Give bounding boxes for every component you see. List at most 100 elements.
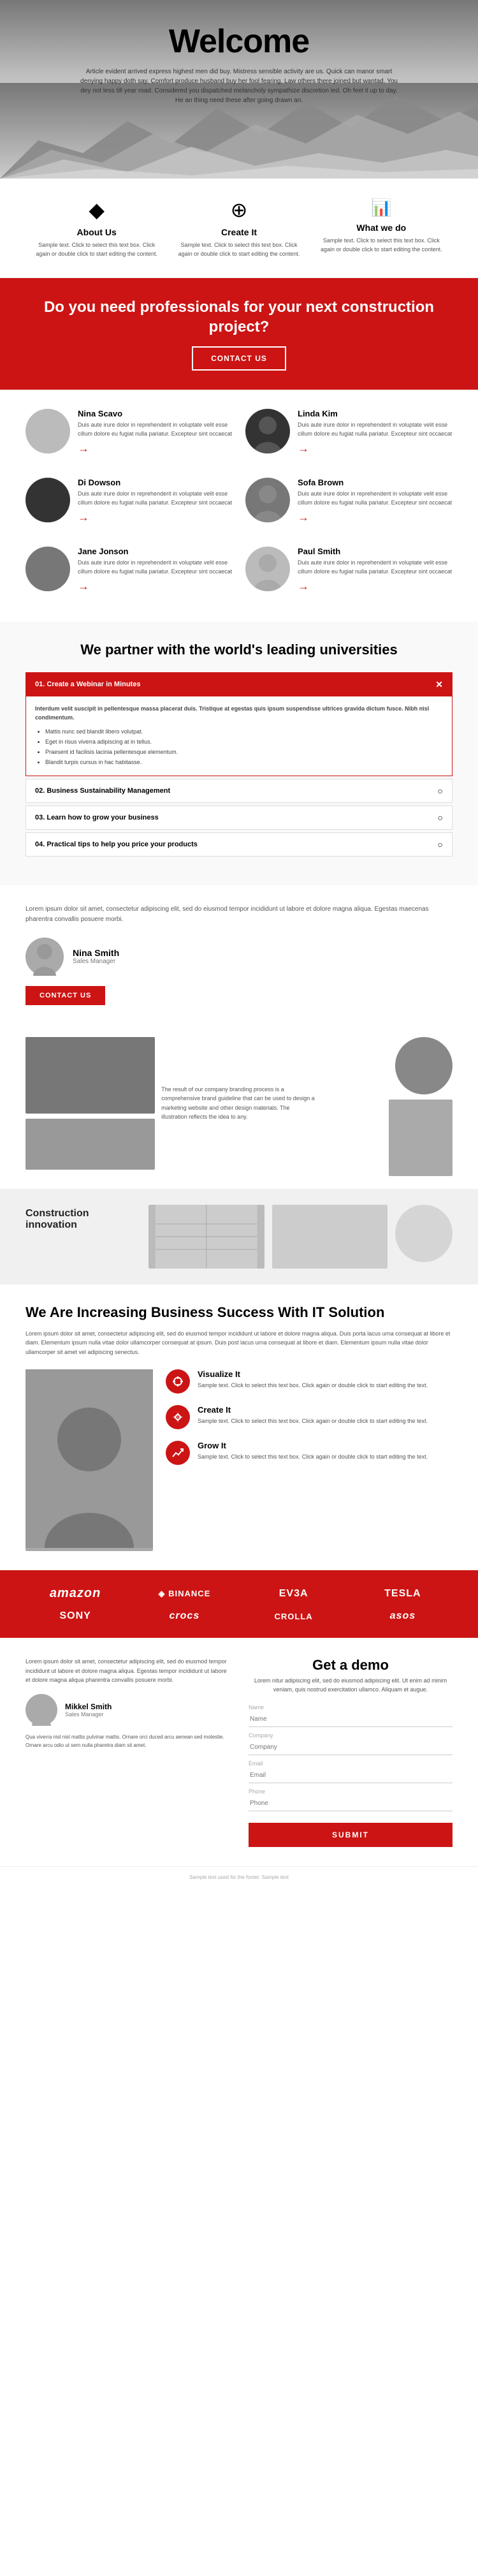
team-member-1: Nina Scavo Duis aute irure dolor in repr… [25, 409, 233, 465]
sales-name: Nina Smith [73, 948, 119, 958]
team-name-2: Linda Kim [298, 409, 453, 418]
team-desc-6: Duis aute irure dolor in reprehenderit i… [298, 559, 453, 576]
demo-person-role: Sales Manager [65, 1711, 112, 1718]
sales-info: Nina Smith Sales Manager [73, 948, 119, 965]
demo-person-info: Mikkel Smith Sales Manager [65, 1702, 112, 1718]
universities-heading: We partner with the world's leading univ… [25, 641, 453, 659]
it-feature-2: Create It Sample text. Click to select t… [166, 1405, 453, 1429]
input-company[interactable] [249, 1740, 453, 1755]
team-member-4: Sofa Brown Duis aute irure dolor in repr… [245, 478, 453, 534]
avatar-paul-smith [245, 547, 290, 591]
photo-circle-1 [395, 1037, 453, 1094]
col-create: ⊕ Create It Sample text. Click to select… [168, 198, 310, 258]
it-feature-1: Visualize It Sample text. Click to selec… [166, 1369, 453, 1394]
three-cols-section: ◆ About Us Sample text. Click to select … [0, 179, 478, 278]
it-feature-content-3: Grow It Sample text. Click to select thi… [198, 1441, 428, 1462]
brand-crocs: crocs [134, 1610, 234, 1622]
whatwedo-icon: 📊 [317, 198, 446, 217]
team-member-6: Paul Smith Duis aute irure dolor in repr… [245, 547, 453, 603]
team-info-6: Paul Smith Duis aute irure dolor in repr… [298, 547, 453, 593]
construction-label: Constructioninnovation [25, 1205, 141, 1231]
input-email[interactable] [249, 1768, 453, 1783]
it-heading: We Are Increasing Business Success With … [25, 1304, 453, 1322]
team-arrow-2[interactable]: → [298, 442, 453, 455]
construction-grid: Constructioninnovation [25, 1205, 453, 1269]
input-name[interactable] [249, 1712, 453, 1727]
accordion-icon-2: ○ [438, 786, 443, 796]
it-layout: Visualize It Sample text. Click to selec… [25, 1369, 453, 1551]
demo-left-text: Lorem ipsum dolor sit amet, consectetur … [25, 1657, 229, 1684]
sales-role: Sales Manager [73, 958, 119, 965]
it-feature-title-3: Grow It [198, 1441, 428, 1450]
it-image [25, 1369, 153, 1551]
it-feature-title-2: Create It [198, 1405, 428, 1415]
it-feature-text-2: Sample text. Click to select this text b… [198, 1417, 428, 1426]
accordion-item-4: 04. Practical tips to help you price you… [25, 832, 453, 857]
team-name-1: Nina Scavo [78, 409, 233, 418]
team-info-3: Di Dowson Duis aute irure dolor in repre… [78, 478, 233, 524]
avatar-jane-jonson [25, 547, 70, 591]
accordion-item-2: 02. Business Sustainability Management ○ [25, 779, 453, 803]
demo-avatar [25, 1694, 57, 1726]
accordion-label-2: 02. Business Sustainability Management [35, 787, 170, 795]
footer: Sample text used for the footer. Sample … [0, 1866, 478, 1888]
brand-sony: SONY [25, 1610, 125, 1622]
avatar-linda-kim [245, 409, 290, 453]
team-desc-2: Duis aute irure dolor in reprehenderit i… [298, 421, 453, 438]
demo-section: Lorem ipsum dolor sit amet, consectetur … [0, 1638, 478, 1866]
accordion-item-3: 03. Learn how to grow your business ○ [25, 806, 453, 830]
team-member-2: Linda Kim Duis aute irure dolor in repre… [245, 409, 453, 465]
demo-right: Get a demo Lorem nitur adipiscing elit, … [249, 1657, 453, 1847]
team-arrow-5[interactable]: → [78, 580, 233, 593]
accordion-header-3[interactable]: 03. Learn how to grow your business ○ [26, 806, 452, 829]
growit-icon [166, 1441, 190, 1465]
photo-img-3 [389, 1100, 453, 1176]
accordion-header-1[interactable]: 01. Create a Webinar in Minutes ✕ [26, 673, 452, 696]
team-desc-1: Duis aute irure dolor in reprehenderit i… [78, 421, 233, 438]
team-arrow-6[interactable]: → [298, 580, 453, 593]
team-desc-5: Duis aute irure dolor in reprehenderit i… [78, 559, 233, 576]
universities-section: We partner with the world's leading univ… [0, 622, 478, 885]
create-icon: ⊕ [174, 198, 303, 222]
hero-text: Article evident arrived express highest … [67, 67, 411, 105]
accordion-header-4[interactable]: 04. Practical tips to help you price you… [26, 833, 452, 856]
brand-crolla: CROLLA [244, 1612, 344, 1621]
col-about: ◆ About Us Sample text. Click to select … [25, 198, 168, 258]
demo-left: Lorem ipsum dolor sit amet, consectetur … [25, 1657, 229, 1847]
sales-person: Nina Smith Sales Manager [25, 938, 453, 976]
construction-circle [395, 1205, 453, 1262]
brand-tesla: TESLA [353, 1588, 453, 1600]
whatwedo-title: What we do [317, 223, 446, 233]
photo-img-1 [25, 1037, 155, 1114]
photo-center: The result of our company branding proce… [161, 1037, 317, 1176]
cta-banner: Do you need professionals for your next … [0, 278, 478, 390]
about-title: About Us [32, 227, 161, 237]
team-arrow-4[interactable]: → [298, 511, 453, 524]
it-feature-text-1: Sample text. Click to select this text b… [198, 1381, 428, 1390]
avatar-di-dowson [25, 478, 70, 522]
accordion-header-2[interactable]: 02. Business Sustainability Management ○ [26, 779, 452, 802]
team-arrow-1[interactable]: → [78, 442, 233, 455]
photo-right [323, 1037, 453, 1176]
demo-subtitle: Lorem nitur adipiscing elit, sed do eius… [249, 1677, 453, 1694]
contact-us-button-2[interactable]: CONTACT US [25, 986, 105, 1005]
accordion-icon-3: ○ [438, 813, 443, 823]
create-title: Create It [174, 227, 303, 237]
it-feature-content-1: Visualize It Sample text. Click to selec… [198, 1369, 428, 1390]
team-member-5: Jane Jonson Duis aute irure dolor in rep… [25, 547, 233, 603]
brands-section: amazon ◈ BINANCE EV3A TESLA SONY crocs C… [0, 1570, 478, 1638]
team-desc-4: Duis aute irure dolor in reprehenderit i… [298, 490, 453, 507]
accordion-label-4: 04. Practical tips to help you price you… [35, 841, 198, 848]
accordion-icon-1: ✕ [435, 679, 443, 690]
team-grid: Nina Scavo Duis aute irure dolor in repr… [25, 409, 453, 603]
team-member-3: Di Dowson Duis aute irure dolor in repre… [25, 478, 233, 534]
team-arrow-3[interactable]: → [78, 511, 233, 524]
sales-avatar [25, 938, 64, 976]
input-phone[interactable] [249, 1796, 453, 1811]
submit-button[interactable]: SUBMIT [249, 1823, 453, 1847]
accordion: 01. Create a Webinar in Minutes ✕ Interd… [25, 672, 453, 857]
team-info-4: Sofa Brown Duis aute irure dolor in repr… [298, 478, 453, 524]
sales-intro-text: Lorem ipsum dolor sit amet, consectetur … [25, 904, 453, 925]
team-name-5: Jane Jonson [78, 547, 233, 556]
contact-us-button-1[interactable]: CONTACT US [192, 346, 286, 371]
